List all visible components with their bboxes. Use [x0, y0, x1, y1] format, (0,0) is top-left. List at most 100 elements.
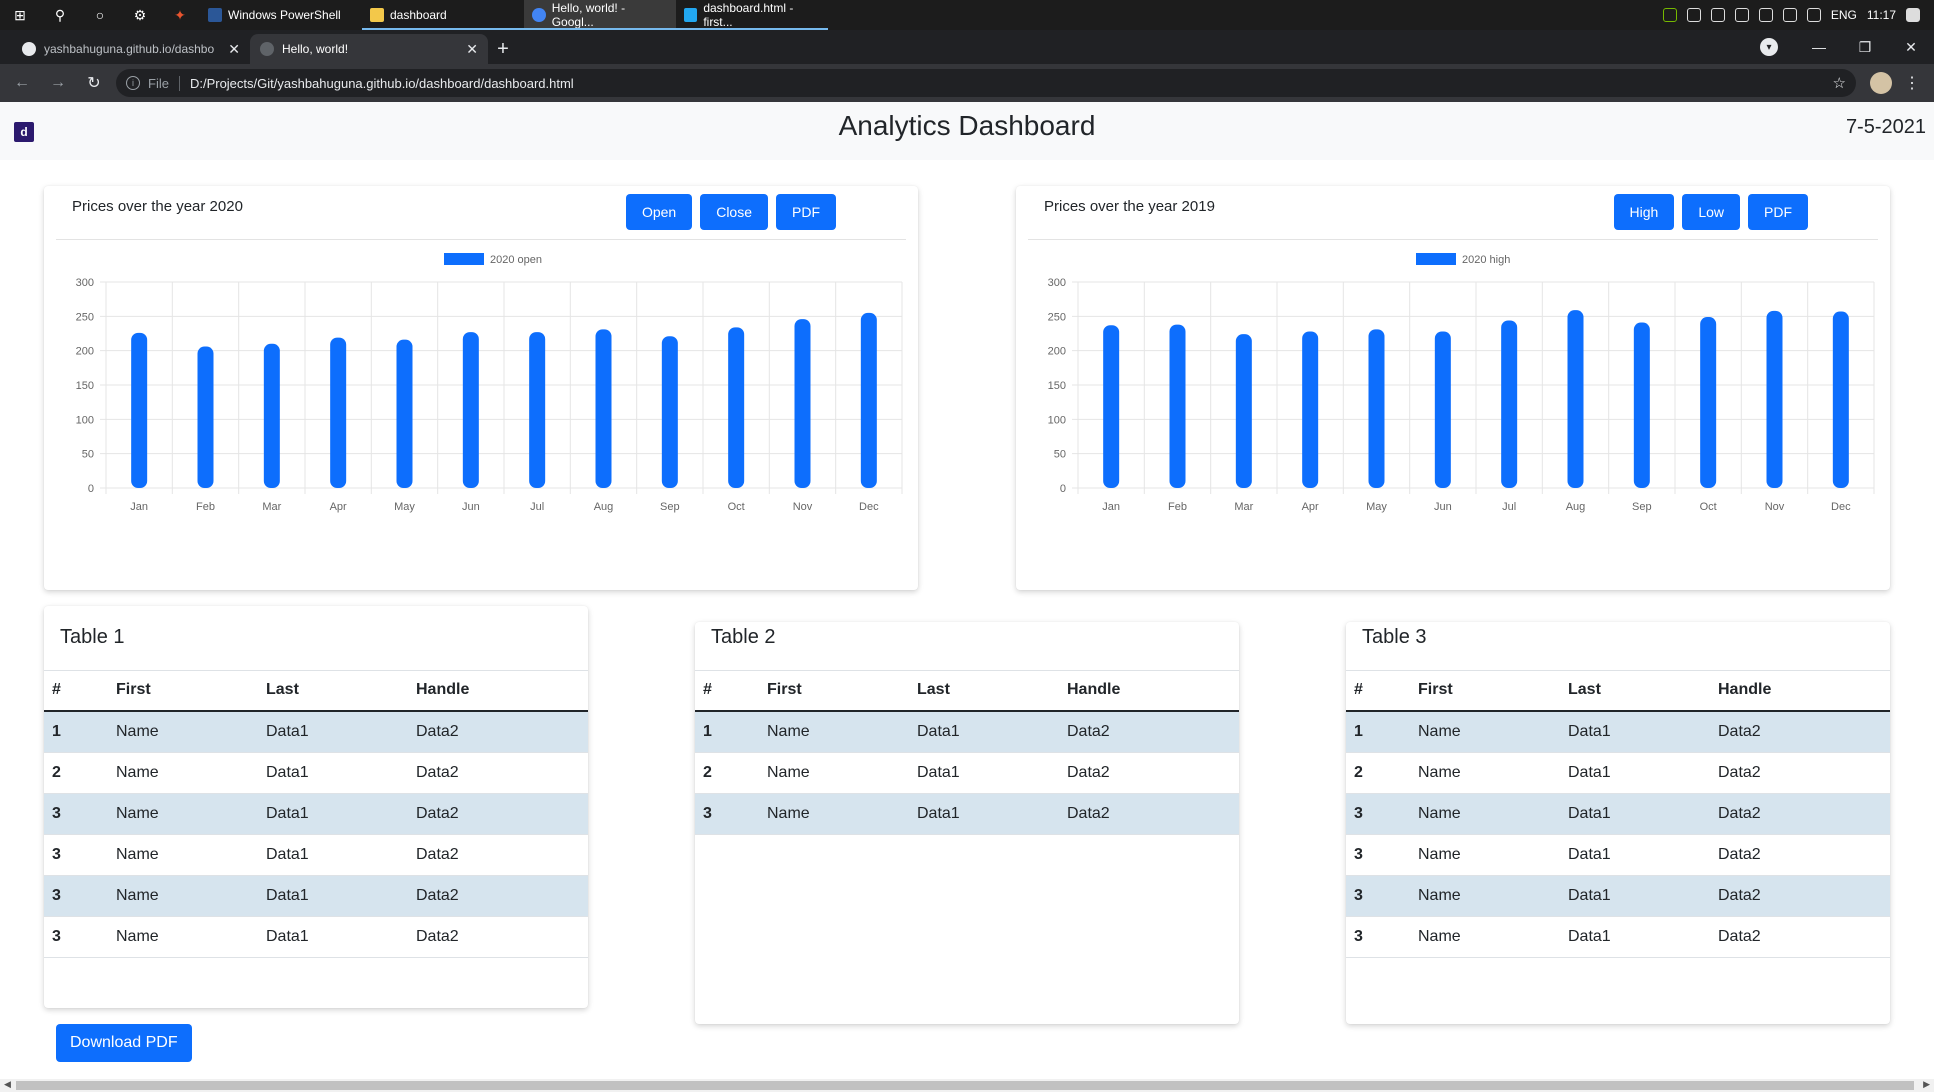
pdf-button[interactable]: PDF: [1748, 194, 1808, 230]
browser-toolbar: ← → ↻ i File D:/Projects/Git/yashbahugun…: [0, 64, 1934, 102]
table-row[interactable]: 1 Name Data1 Data2: [1346, 711, 1890, 753]
column-header[interactable]: First: [759, 670, 909, 712]
address-bar[interactable]: i File D:/Projects/Git/yashbahuguna.gith…: [116, 69, 1856, 97]
back-icon[interactable]: ←: [8, 69, 36, 97]
table-row[interactable]: 3 Name Data1 Data2: [44, 793, 588, 835]
close-button[interactable]: Close: [700, 194, 768, 230]
table-row[interactable]: 3 Name Data1 Data2: [1346, 834, 1890, 876]
table-row[interactable]: 1 Name Data1 Data2: [44, 711, 588, 753]
table-row[interactable]: 3 Name Data1 Data2: [1346, 793, 1890, 835]
column-header[interactable]: Last: [909, 670, 1059, 712]
scroll-left-icon[interactable]: ◀: [4, 1079, 11, 1090]
cortana-icon[interactable]: ○: [80, 0, 120, 30]
download-pdf-button[interactable]: Download PDF: [56, 1024, 192, 1062]
taskbar-app-vscode[interactable]: dashboard.html - first...: [676, 0, 828, 30]
column-header[interactable]: Last: [1560, 670, 1710, 712]
restore-icon[interactable]: ❐: [1842, 39, 1888, 56]
wifi-icon[interactable]: [1710, 8, 1725, 22]
horizontal-scrollbar[interactable]: ◀ ▶: [0, 1079, 1934, 1092]
close-window-icon[interactable]: ✕: [1888, 39, 1934, 56]
table-cell: Data1: [1560, 752, 1710, 794]
browser-tab[interactable]: yashbahuguna.github.io/dashbo ✕: [12, 34, 250, 64]
column-header[interactable]: #: [695, 670, 759, 712]
security-icon[interactable]: [1686, 8, 1701, 22]
column-header[interactable]: Handle: [408, 670, 588, 712]
table-row[interactable]: 3 Name Data1 Data2: [44, 875, 588, 917]
table-row[interactable]: 3 Name Data1 Data2: [44, 916, 588, 958]
profile-avatar[interactable]: [1870, 72, 1892, 94]
menu-icon[interactable]: ⋮: [1904, 73, 1920, 93]
column-header[interactable]: Handle: [1710, 670, 1890, 712]
reload-icon[interactable]: ↻: [80, 69, 108, 97]
browser-tab-active[interactable]: Hello, world! ✕: [250, 34, 488, 64]
table-cell: Name: [108, 875, 258, 917]
x-tick-label: Apr: [330, 501, 347, 513]
table-row[interactable]: 1 Name Data1 Data2: [695, 711, 1239, 753]
x-tick-label: Feb: [1168, 501, 1187, 513]
table-card-2: Table 2 # First Last Handle 1 Name Data1 Data2 2 N…: [695, 622, 1239, 1024]
new-tab-icon[interactable]: +: [488, 34, 518, 64]
high-button[interactable]: High: [1613, 194, 1675, 230]
onedrive-icon[interactable]: [1734, 8, 1749, 22]
table-row[interactable]: 2 Name Data1 Data2: [44, 752, 588, 794]
x-tick-label: Jun: [462, 501, 480, 513]
open-button[interactable]: Open: [625, 194, 693, 230]
windows-start-icon[interactable]: ⊞: [0, 0, 40, 30]
y-tick-label: 300: [1048, 277, 1066, 289]
legend-swatch: [444, 253, 484, 265]
table-cell: Data1: [909, 752, 1059, 794]
table-row[interactable]: 3 Name Data1 Data2: [695, 793, 1239, 835]
y-tick-label: 0: [88, 483, 94, 495]
bookmark-star-icon[interactable]: ☆: [1833, 74, 1846, 92]
table-cell: Data2: [1710, 793, 1890, 835]
page-header: d Analytics Dashboard 7-5-2021: [0, 102, 1934, 160]
x-tick-label: Mar: [262, 501, 281, 513]
column-header[interactable]: First: [108, 670, 258, 712]
taskbar-app-chrome[interactable]: Hello, world! - Googl...: [524, 0, 676, 30]
table-cell: Name: [759, 711, 909, 753]
low-button[interactable]: Low: [1682, 194, 1740, 230]
close-icon[interactable]: ✕: [466, 41, 478, 58]
table-cell: 3: [1346, 916, 1410, 958]
notification-icon[interactable]: [1906, 8, 1920, 22]
x-tick-label: Apr: [1302, 501, 1319, 513]
info-icon[interactable]: i: [126, 76, 140, 90]
table-header-row: # First Last Handle: [1346, 670, 1890, 712]
tab-search-icon[interactable]: ▾: [1760, 38, 1778, 56]
volume-icon[interactable]: [1806, 8, 1821, 22]
column-header[interactable]: Last: [258, 670, 408, 712]
column-header[interactable]: #: [1346, 670, 1410, 712]
search-icon[interactable]: ⚲: [40, 0, 80, 30]
clock[interactable]: 11:17: [1867, 8, 1896, 22]
battery-icon[interactable]: [1758, 8, 1773, 22]
table-row[interactable]: 2 Name Data1 Data2: [1346, 752, 1890, 794]
language-indicator[interactable]: ENG: [1831, 8, 1857, 22]
column-header[interactable]: Handle: [1059, 670, 1239, 712]
table-row[interactable]: 3 Name Data1 Data2: [1346, 875, 1890, 917]
table-row[interactable]: 3 Name Data1 Data2: [44, 834, 588, 876]
table-row[interactable]: 3 Name Data1 Data2: [1346, 916, 1890, 958]
settings-icon[interactable]: ⚙: [120, 0, 160, 30]
network-icon[interactable]: [1782, 8, 1797, 22]
table-cell: Data1: [258, 793, 408, 835]
minimize-icon[interactable]: —: [1796, 39, 1842, 55]
chart-title: Prices over the year 2020: [72, 198, 243, 215]
column-header[interactable]: First: [1410, 670, 1560, 712]
nvidia-icon[interactable]: [1662, 8, 1677, 22]
url-text[interactable]: D:/Projects/Git/yashbahuguna.github.io/d…: [190, 76, 574, 91]
table-row[interactable]: 2 Name Data1 Data2: [695, 752, 1239, 794]
scroll-right-icon[interactable]: ▶: [1923, 1079, 1930, 1090]
forward-icon[interactable]: →: [44, 69, 72, 97]
column-header[interactable]: #: [44, 670, 108, 712]
pdf-button[interactable]: PDF: [776, 194, 836, 230]
page-title: Analytics Dashboard: [838, 110, 1096, 141]
close-icon[interactable]: ✕: [228, 41, 240, 58]
x-tick-label: Oct: [1700, 501, 1717, 513]
table-cell: Data2: [408, 711, 588, 753]
chart-bar: [1633, 322, 1650, 488]
app-icon[interactable]: ✦: [160, 0, 200, 30]
table-cell: 3: [1346, 793, 1410, 835]
taskbar-app-powershell[interactable]: Windows PowerShell: [200, 0, 362, 30]
scrollbar-thumb[interactable]: [16, 1081, 1914, 1090]
taskbar-app-explorer[interactable]: dashboard: [362, 0, 524, 30]
